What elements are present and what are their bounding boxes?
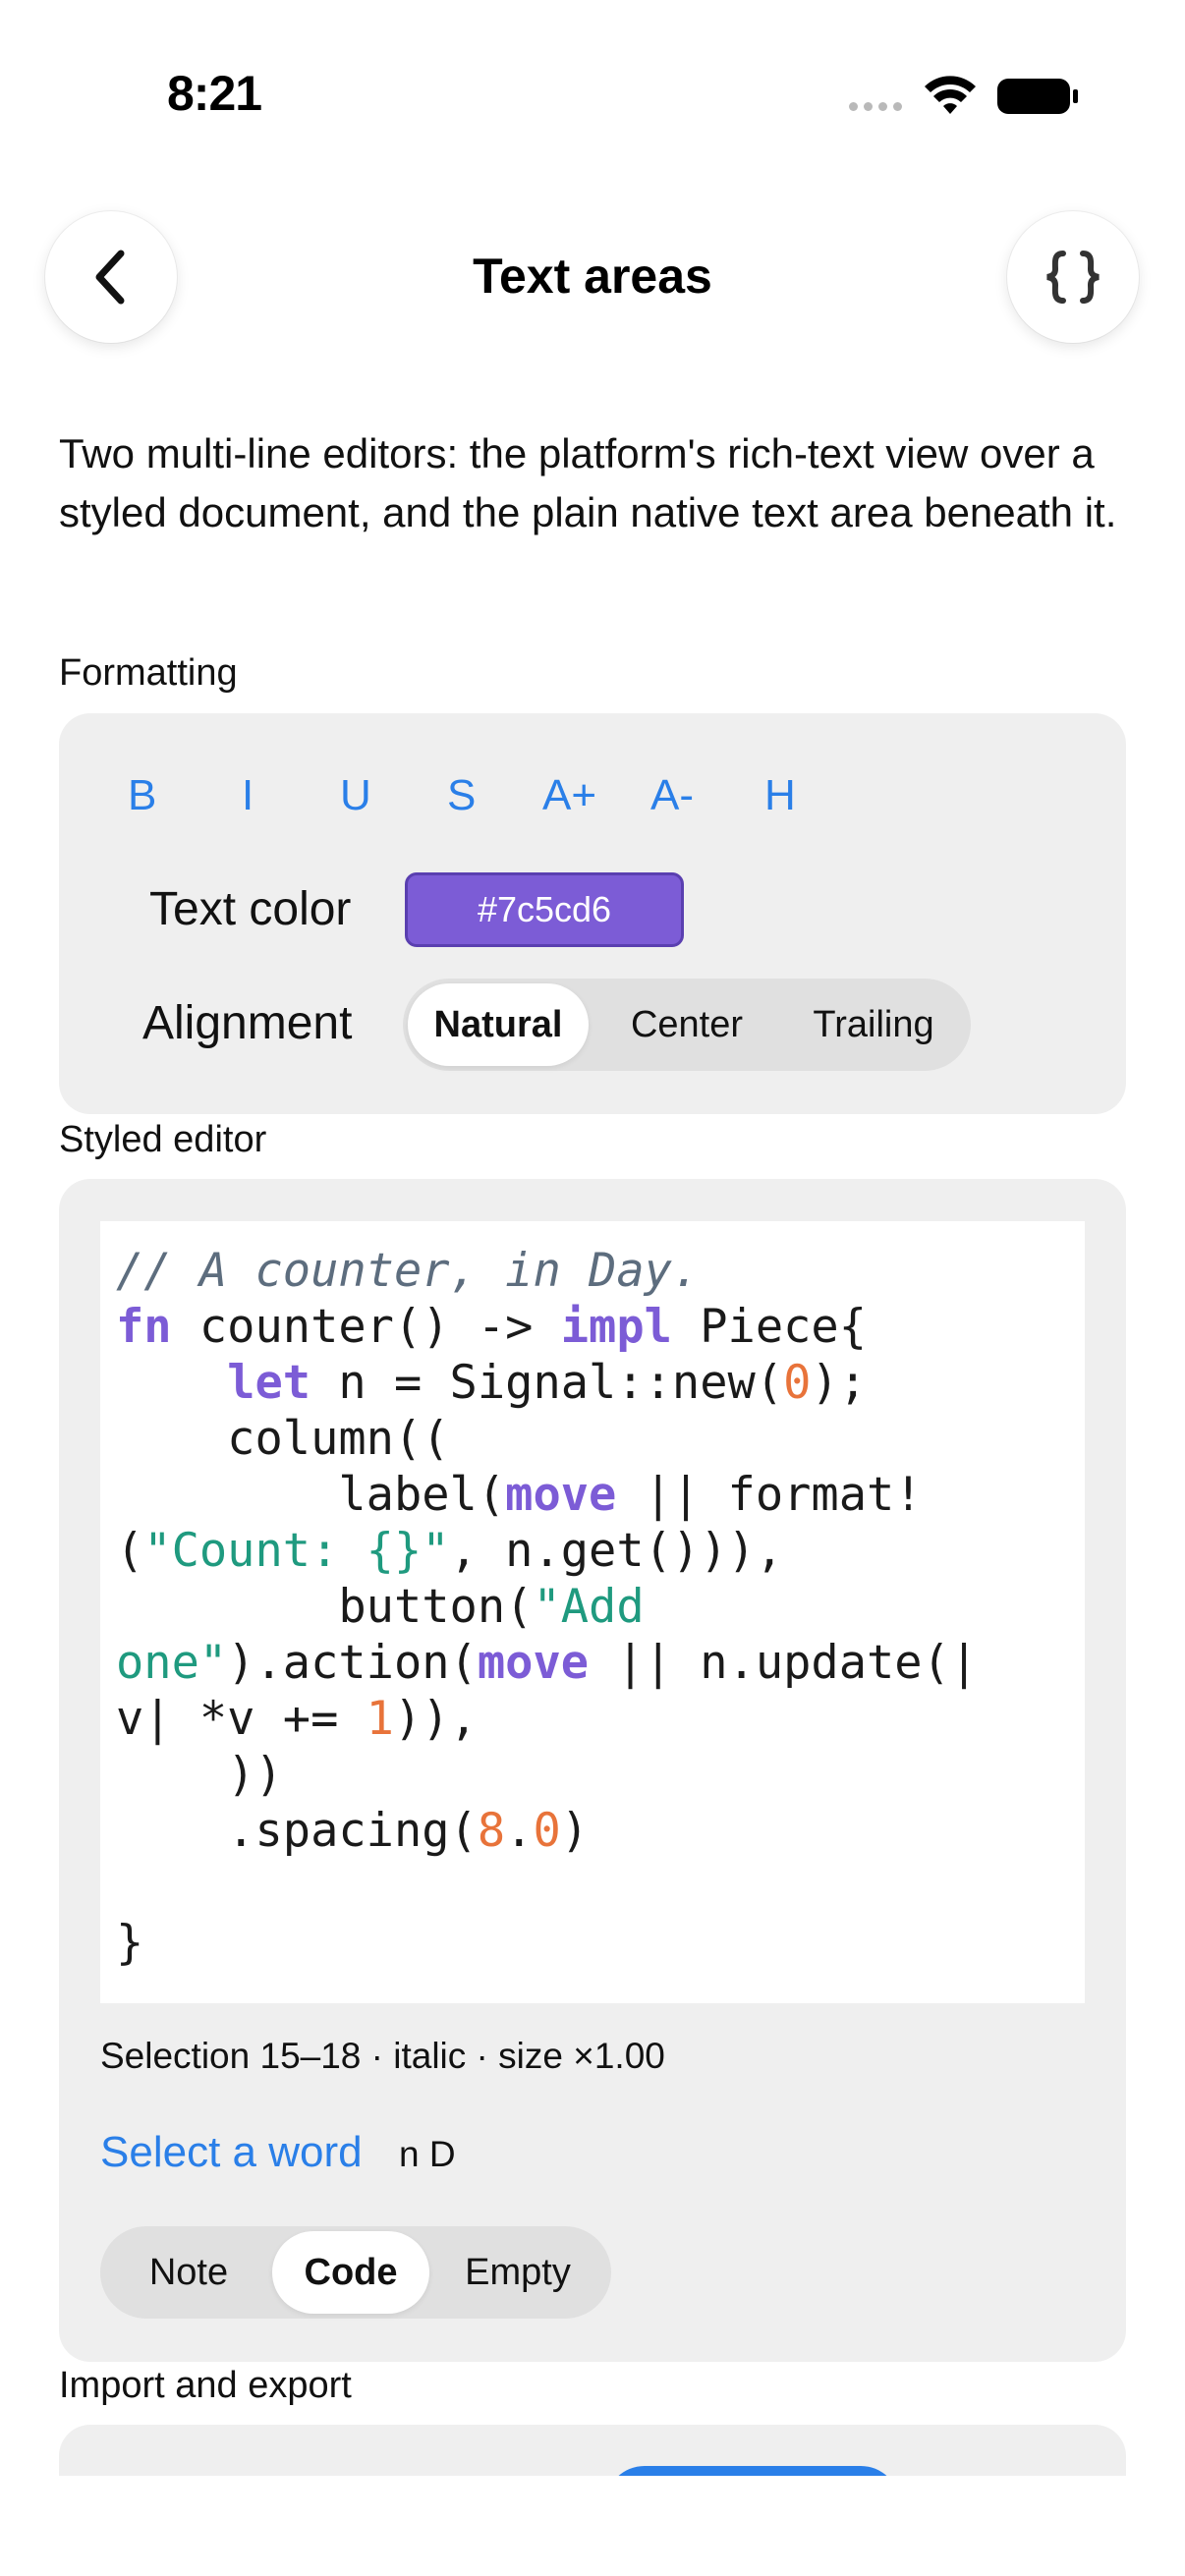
code-number: 8 — [477, 1804, 506, 1858]
import-export-card-clip — [59, 2425, 1126, 2476]
code-keyword: move — [505, 1468, 617, 1522]
code-string: one" — [116, 1636, 228, 1690]
code-keyword: let — [227, 1356, 311, 1410]
code-number: 0 — [533, 1804, 561, 1858]
strikethrough-button[interactable]: S — [447, 771, 476, 820]
code-text: )) — [116, 1748, 283, 1802]
text-color-swatch[interactable]: #7c5cd6 — [405, 872, 684, 947]
wifi-icon — [925, 76, 976, 114]
code-text: . — [505, 1804, 534, 1858]
code-number: 0 — [783, 1356, 812, 1410]
styled-editor-section-label: Styled editor — [59, 1119, 267, 1160]
code-text: button( — [116, 1580, 534, 1634]
code-string: "Add — [533, 1580, 645, 1634]
code-string: "Count: {}" — [143, 1524, 450, 1578]
code-text: ); — [811, 1356, 868, 1410]
code-text: } — [116, 1916, 144, 1970]
code-text: n = Signal::new( — [310, 1356, 784, 1410]
code-text: || format! — [616, 1468, 923, 1522]
code-text: counter() -> — [171, 1300, 561, 1354]
code-text: column(( — [116, 1412, 450, 1466]
styled-text-editor[interactable]: // A counter, in Day. fn counter() -> im… — [100, 1221, 1085, 2003]
decrease-size-button[interactable]: A- — [650, 771, 694, 820]
code-text: || n.update(| — [589, 1636, 979, 1690]
status-time: 8:21 — [167, 66, 262, 121]
code-number: 1 — [366, 1692, 394, 1746]
alignment-trailing[interactable]: Trailing — [785, 983, 962, 1066]
text-color-value: #7c5cd6 — [477, 889, 612, 929]
bold-button[interactable]: B — [128, 771, 156, 820]
code-text: label( — [116, 1468, 506, 1522]
braces-icon — [1046, 251, 1100, 304]
source-code-button[interactable] — [1007, 211, 1139, 343]
import-export-primary-button[interactable] — [605, 2466, 900, 2476]
selection-info: Selection 15–18 · italic · size ×1.00 — [100, 2036, 665, 2076]
intro-description: Two multi-line editors: the platform's r… — [59, 430, 1117, 535]
text-color-label: Text color — [149, 883, 352, 935]
selected-word-value: n D — [399, 2134, 456, 2174]
import-export-section-label: Import and export — [59, 2365, 352, 2406]
mode-empty[interactable]: Empty — [429, 2231, 606, 2314]
import-export-card — [59, 2425, 1126, 2476]
code-text: ).action( — [227, 1636, 478, 1690]
code-keyword: fn — [116, 1300, 172, 1354]
code-text: )), — [393, 1692, 478, 1746]
increase-size-button[interactable]: A+ — [542, 771, 596, 820]
code-text: .spacing( — [116, 1804, 478, 1858]
alignment-center[interactable]: Center — [589, 983, 785, 1066]
code-text: Piece{ — [671, 1300, 868, 1354]
cellular-signal-icon — [849, 102, 902, 111]
italic-button[interactable]: I — [242, 771, 254, 820]
code-text: ( — [116, 1524, 144, 1578]
alignment-label: Alignment — [142, 997, 353, 1049]
code-comment: // A counter, in Day. — [116, 1244, 701, 1298]
editor-mode-segmented-control[interactable]: Note Code Empty — [100, 2226, 611, 2319]
code-text: , n.get())), — [449, 1524, 784, 1578]
highlight-button[interactable]: H — [764, 771, 796, 820]
code-text: ) — [560, 1804, 590, 1858]
formatting-section-label: Formatting — [59, 652, 238, 694]
battery-icon — [997, 79, 1078, 114]
alignment-natural[interactable]: Natural — [408, 983, 589, 1066]
select-word-button[interactable]: Select a word — [100, 2128, 363, 2177]
alignment-segmented-control[interactable]: Natural Center Trailing — [403, 979, 971, 1071]
code-keyword: move — [477, 1636, 590, 1690]
underline-button[interactable]: U — [340, 771, 371, 820]
mode-note[interactable]: Note — [105, 2231, 272, 2314]
code-keyword: impl — [560, 1300, 672, 1354]
mode-code[interactable]: Code — [272, 2231, 429, 2314]
code-text: v| *v += — [116, 1692, 367, 1746]
